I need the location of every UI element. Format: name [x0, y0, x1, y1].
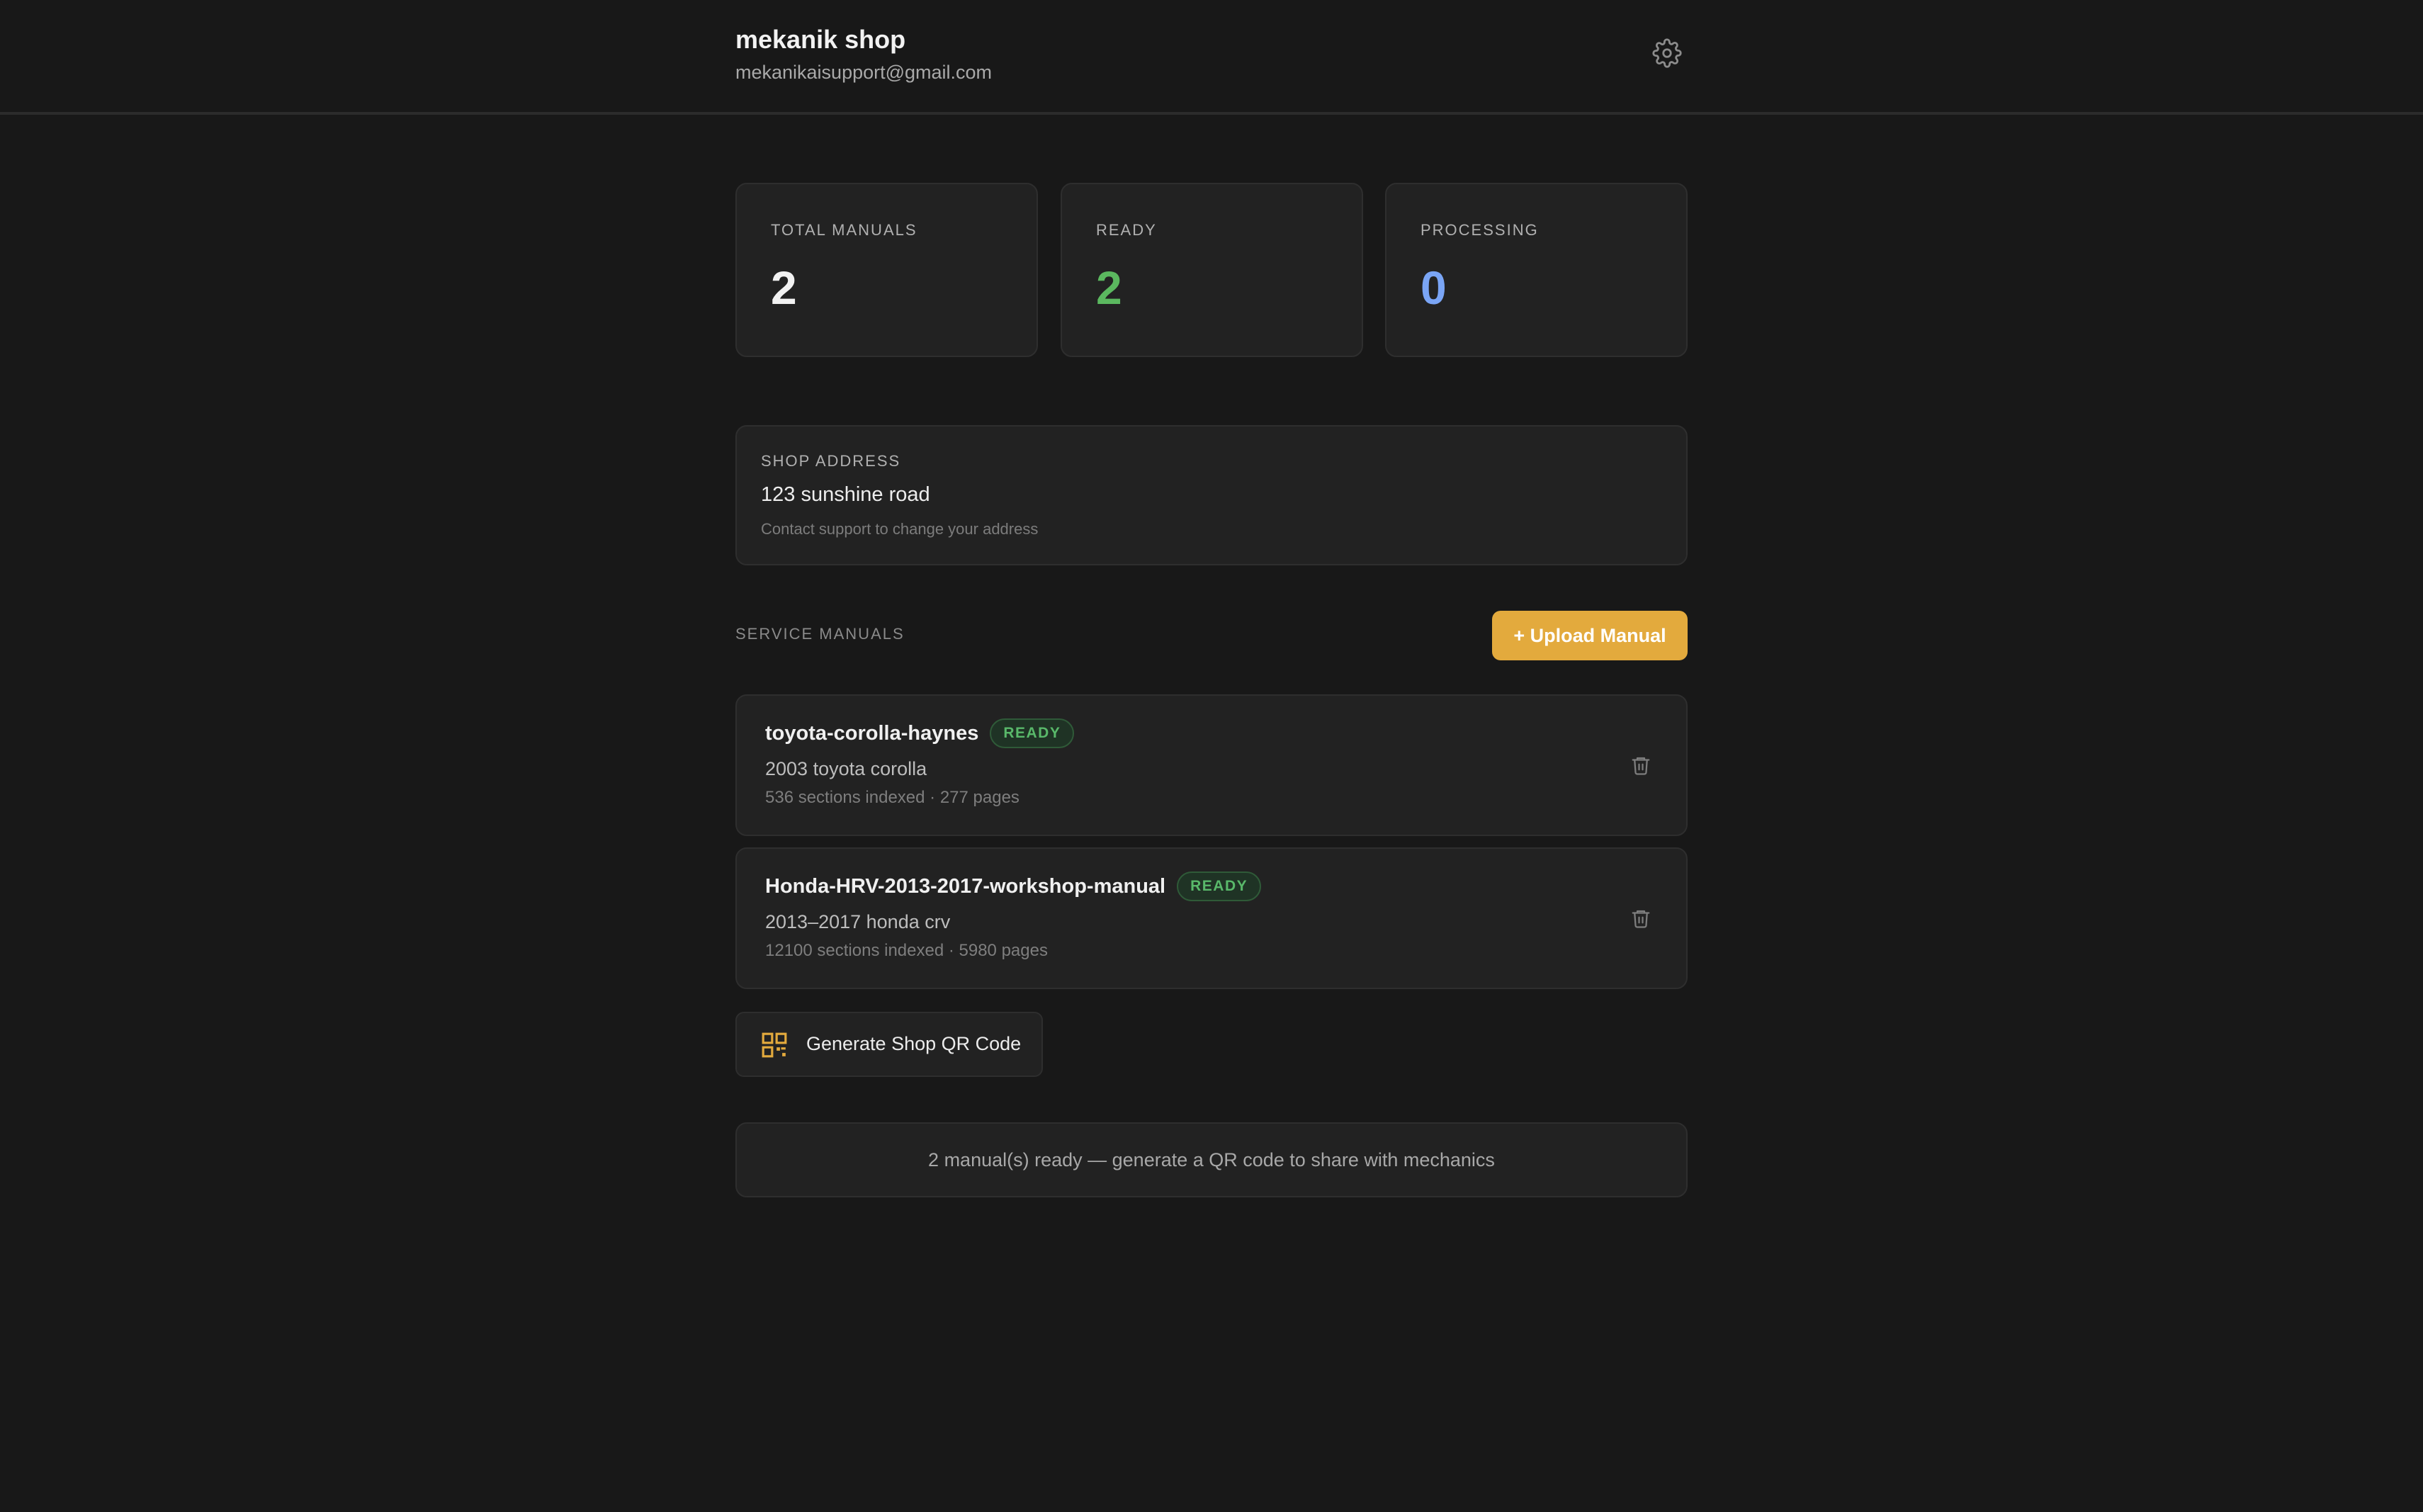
qr-code-icon [762, 1032, 787, 1058]
manual-title-row: Honda-HRV-2013-2017-workshop-manual READ… [765, 870, 1262, 903]
settings-button[interactable] [1649, 35, 1685, 71]
shop-email: mekanikaisupport@gmail.com [735, 62, 993, 83]
manual-meta: 12100 sections indexed · 5980 pages [765, 941, 1048, 960]
manual-card: toyota-corolla-haynes READY 2003 toyota … [735, 694, 1688, 836]
generate-qr-button[interactable]: Generate Shop QR Code [735, 1012, 1043, 1077]
qr-label: Generate Shop QR Code [806, 1033, 1022, 1054]
status-badge: READY [990, 718, 1075, 748]
address-label: SHOP ADDRESS [761, 452, 901, 470]
stat-value: 2 [1096, 261, 1122, 314]
manual-vehicle: 2003 toyota corolla [765, 758, 927, 779]
manual-name: toyota-corolla-haynes [765, 721, 979, 745]
status-badge: READY [1177, 871, 1262, 901]
info-text: 2 manual(s) ready — generate a QR code t… [928, 1149, 1495, 1170]
manual-title-row: toyota-corolla-haynes READY [765, 717, 1075, 750]
manual-card: Honda-HRV-2013-2017-workshop-manual READ… [735, 847, 1688, 989]
trash-icon [1632, 757, 1650, 775]
service-manuals-title: SERVICE MANUALS [735, 625, 905, 643]
info-banner: 2 manual(s) ready — generate a QR code t… [735, 1122, 1688, 1197]
delete-manual-button[interactable] [1627, 904, 1655, 932]
stat-label: TOTAL MANUALS [771, 221, 917, 239]
shop-name: mekanik shop [735, 25, 906, 54]
stat-value: 0 [1421, 261, 1447, 314]
stat-label: READY [1096, 221, 1157, 239]
manual-meta: 536 sections indexed · 277 pages [765, 788, 1020, 807]
stat-card-total-manuals: TOTAL MANUALS 2 [735, 183, 1038, 357]
delete-manual-button[interactable] [1627, 751, 1655, 779]
app-header: mekanik shop mekanikaisupport@gmail.com [0, 0, 2423, 115]
gear-icon [1652, 38, 1682, 68]
stat-card-ready: READY 2 [1061, 183, 1363, 357]
stat-label: PROCESSING [1421, 221, 1539, 239]
stat-value: 2 [771, 261, 797, 314]
manual-vehicle: 2013–2017 honda crv [765, 911, 951, 932]
stat-card-processing: PROCESSING 0 [1385, 183, 1688, 357]
manual-name: Honda-HRV-2013-2017-workshop-manual [765, 874, 1166, 898]
shop-address-card: SHOP ADDRESS 123 sunshine road Contact s… [735, 425, 1688, 565]
address-value: 123 sunshine road [761, 483, 930, 506]
trash-icon [1632, 910, 1650, 928]
upload-manual-button[interactable]: + Upload Manual [1492, 611, 1688, 660]
address-note: Contact support to change your address [761, 520, 1039, 538]
